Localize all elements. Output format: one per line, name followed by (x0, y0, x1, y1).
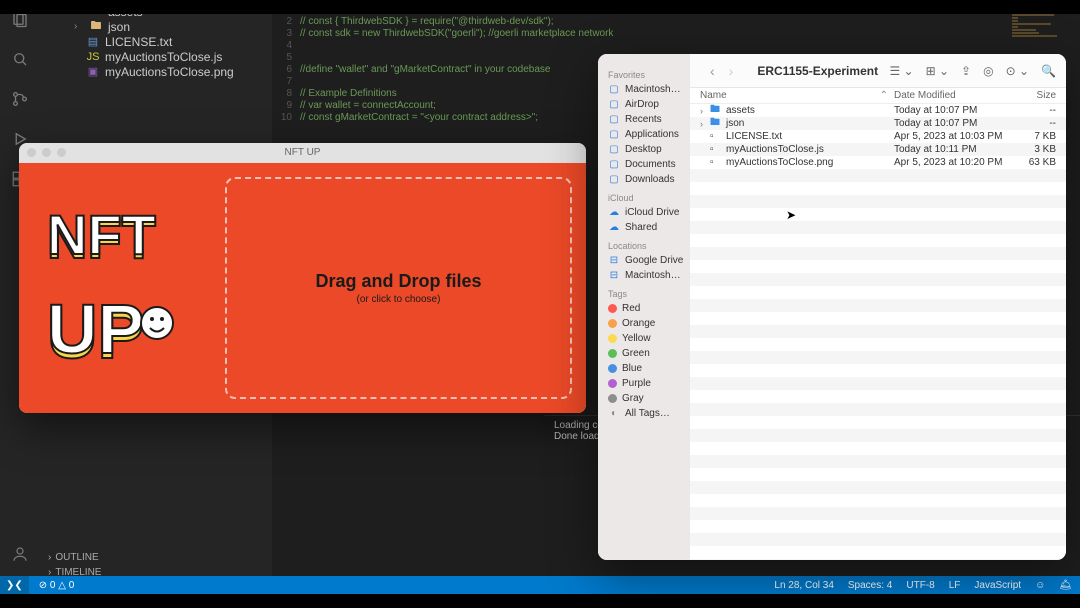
finder-window: Favorites ▢Macintosh…▢AirDrop▢Recents▢Ap… (598, 54, 1066, 560)
file-icon: ▤ (86, 35, 100, 49)
eol-status[interactable]: LF (949, 580, 961, 591)
chevron-right-icon: › (48, 552, 51, 563)
col-date[interactable]: Date Modified (894, 90, 1014, 101)
sidebar-section: Locations (608, 241, 686, 251)
language-mode[interactable]: JavaScript (974, 580, 1021, 591)
forward-button[interactable]: › (729, 63, 734, 79)
search-icon[interactable]: 🔍 (1041, 64, 1056, 78)
svg-text:UP: UP (47, 290, 144, 368)
problems-status[interactable]: ⊘ 0 △ 0 (39, 580, 75, 591)
back-button[interactable]: ‹ (710, 63, 715, 79)
image-icon: ▣ (86, 65, 100, 79)
nft-up-logo: NFT NFT UP UP (19, 163, 219, 413)
bell-icon[interactable]: 🛎 (1059, 580, 1072, 591)
search-icon[interactable] (9, 48, 31, 70)
sidebar-item[interactable]: ▢Downloads (608, 172, 686, 187)
file-row[interactable]: ›🖿jsonToday at 10:07 PM-- (690, 117, 1066, 130)
scm-icon[interactable] (9, 88, 31, 110)
tree-folder[interactable]: › 🖿 json (40, 19, 272, 34)
nft-body: NFT NFT UP UP Drag and Drop files (or cl… (19, 163, 586, 413)
drop-zone[interactable]: Drag and Drop files (or click to choose) (225, 177, 572, 399)
window-title: NFT UP (285, 147, 321, 158)
file-list[interactable]: ›🖿assetsToday at 10:07 PM--›🖿jsonToday a… (690, 104, 1066, 560)
outline-header[interactable]: ›OUTLINE (40, 550, 272, 565)
chevron-right-icon: › (74, 21, 84, 32)
sidebar-tag[interactable]: Gray (608, 391, 686, 406)
finder-toolbar: ‹ › ERC1155-Experiment ☰ ⌄ ⊞ ⌄ ⇪ ◎ ⊙ ⌄ 🔍 (690, 54, 1066, 88)
sidebar-item[interactable]: ▢Documents (608, 157, 686, 172)
sidebar-section: iCloud (608, 193, 686, 203)
sidebar-tag[interactable]: Red (608, 301, 686, 316)
sidebar-item[interactable]: ▢AirDrop (608, 97, 686, 112)
nft-up-window: NFT UP NFT NFT UP UP Drag and Drop files… (19, 143, 586, 413)
sidebar-item[interactable]: ☁Shared (608, 220, 686, 235)
tree-file[interactable]: ▣ myAuctionsToClose.png (40, 64, 272, 79)
column-headers[interactable]: Name ⌃ Date Modified Size (690, 88, 1066, 104)
folder-title: ERC1155-Experiment (757, 64, 878, 78)
group-icon[interactable]: ⊞ ⌄ (926, 64, 949, 78)
feedback-icon[interactable]: ☺ (1035, 580, 1045, 591)
sidebar-tag[interactable]: Blue (608, 361, 686, 376)
encoding-status[interactable]: UTF-8 (906, 580, 934, 591)
file-row[interactable]: ▫LICENSE.txtApr 5, 2023 at 10:03 PM7 KB (690, 130, 1066, 143)
js-icon: JS (86, 50, 100, 64)
sort-chevron-icon: ⌃ (880, 90, 888, 101)
finder-sidebar: Favorites ▢Macintosh…▢AirDrop▢Recents▢Ap… (598, 54, 690, 560)
remote-indicator[interactable]: ❯❮ (0, 576, 29, 594)
window-titlebar[interactable]: NFT UP (19, 143, 586, 163)
cursor-position[interactable]: Ln 28, Col 34 (774, 580, 834, 591)
sidebar-tag[interactable]: Orange (608, 316, 686, 331)
sidebar-tag[interactable]: Green (608, 346, 686, 361)
account-icon[interactable] (9, 543, 31, 565)
sidebar-section: Favorites (608, 70, 686, 80)
file-row[interactable]: ▫myAuctionsToClose.pngApr 5, 2023 at 10:… (690, 156, 1066, 169)
view-list-icon[interactable]: ☰ ⌄ (889, 64, 913, 78)
tree-file[interactable]: ▤ LICENSE.txt (40, 34, 272, 49)
svg-text:NFT: NFT (47, 203, 156, 266)
file-row[interactable]: ›🖿assetsToday at 10:07 PM-- (690, 104, 1066, 117)
tree-label: myAuctionsToClose.js (105, 50, 222, 64)
sidebar-item[interactable]: ▢Recents (608, 112, 686, 127)
sidebar-item[interactable]: ▢Desktop (608, 142, 686, 157)
letterbox-top (0, 0, 1080, 14)
letterbox-bottom (0, 594, 1080, 608)
sidebar-item[interactable]: ⊟Google Drive (608, 253, 686, 268)
tree-label: myAuctionsToClose.png (105, 65, 234, 79)
folder-icon: 🖿 (89, 20, 103, 34)
sidebar-tag[interactable]: Purple (608, 376, 686, 391)
tree-label: LICENSE.txt (105, 35, 172, 49)
sidebar-item[interactable]: ▢Applications (608, 127, 686, 142)
sidebar-item[interactable]: ⊟Macintosh… (608, 268, 686, 283)
sidebar-item[interactable]: ▢Macintosh… (608, 82, 686, 97)
tag-icon[interactable]: ◎ (983, 64, 993, 78)
indent-status[interactable]: Spaces: 4 (848, 580, 892, 591)
share-icon[interactable]: ⇪ (961, 64, 971, 78)
sidebar-section: Tags (608, 289, 686, 299)
sidebar-item[interactable]: ☁iCloud Drive (608, 205, 686, 220)
sidebar-all-tags[interactable]: ◐All Tags… (608, 406, 686, 421)
finder-main: ‹ › ERC1155-Experiment ☰ ⌄ ⊞ ⌄ ⇪ ◎ ⊙ ⌄ 🔍… (690, 54, 1066, 560)
window-controls[interactable] (27, 148, 66, 157)
mouse-cursor-icon: ➤ (786, 208, 796, 222)
drop-title: Drag and Drop files (315, 271, 481, 292)
file-row[interactable]: ▫myAuctionsToClose.jsToday at 10:11 PM3 … (690, 143, 1066, 156)
action-icon[interactable]: ⊙ ⌄ (1006, 64, 1029, 78)
col-name[interactable]: Name (700, 90, 880, 101)
col-size[interactable]: Size (1014, 90, 1056, 101)
tree-label: json (108, 20, 130, 34)
status-bar: ❯❮ ⊘ 0 △ 0 Ln 28, Col 34 Spaces: 4 UTF-8… (0, 576, 1080, 594)
tree-file[interactable]: JS myAuctionsToClose.js (40, 49, 272, 64)
drop-subtitle: (or click to choose) (357, 294, 441, 305)
sidebar-tag[interactable]: Yellow (608, 331, 686, 346)
